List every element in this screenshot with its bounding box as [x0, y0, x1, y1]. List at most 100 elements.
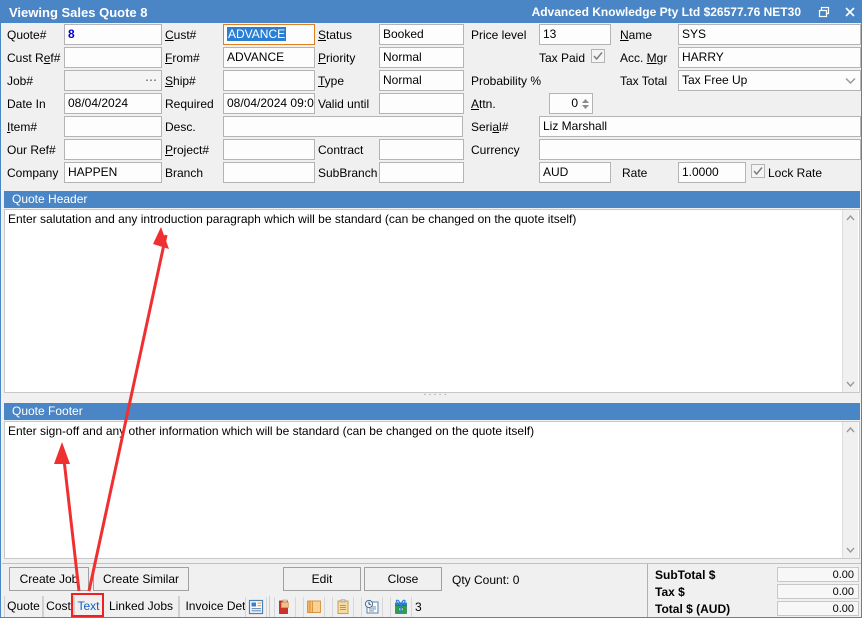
description-field[interactable] — [223, 116, 463, 137]
label-required: Required — [165, 97, 214, 111]
close-icon[interactable] — [837, 1, 861, 23]
window-title: Viewing Sales Quote 8 — [9, 4, 148, 20]
scroll-down-icon[interactable] — [843, 542, 859, 558]
item-number-field[interactable] — [64, 116, 162, 137]
edit-button[interactable]: Edit — [283, 567, 361, 591]
sales-quote-window: Viewing Sales Quote 8 Advanced Knowledge… — [0, 0, 862, 618]
label-acc-mgr: Acc. Mgr — [620, 51, 668, 65]
quote-header-textarea[interactable]: Enter salutation and any introduction pa… — [4, 209, 860, 393]
scroll-up-icon[interactable] — [843, 210, 859, 226]
label-priority: Priority — [318, 51, 356, 65]
scroll-up-icon[interactable] — [843, 422, 859, 438]
window-titlebar: Viewing Sales Quote 8 Advanced Knowledge… — [1, 1, 861, 23]
contract-field[interactable] — [379, 139, 464, 160]
copy-pages-icon[interactable] — [303, 597, 325, 617]
label-attn: Attn. — [471, 97, 496, 111]
label-probability: Probability % — [471, 74, 542, 88]
label-our-ref: Our Ref# — [7, 143, 56, 157]
icon-badge-count: 3 — [415, 600, 422, 614]
window-company-status: Advanced Knowledge Pty Ltd $26577.76 NET… — [531, 5, 801, 19]
label-company: Company — [7, 166, 59, 180]
total-label: Total $ (AUD) — [655, 602, 731, 616]
quote-header-text: Enter salutation and any introduction pa… — [8, 212, 577, 226]
label-tax-paid: Tax Paid — [539, 51, 586, 65]
label-rate: Rate — [622, 166, 648, 180]
cust-number-value: ADVANCE — [227, 27, 287, 41]
acc-mgr-field[interactable]: HARRY — [678, 47, 861, 68]
tab-linked-jobs[interactable]: Linked Jobs — [103, 596, 179, 617]
label-valid-until: Valid until — [318, 97, 370, 111]
date-in-field[interactable]: 08/04/2024 — [64, 93, 162, 114]
label-quote-number: Quote# — [7, 28, 47, 42]
label-name: Name — [620, 28, 653, 42]
label-serial-number: Serial# — [471, 120, 509, 134]
label-lock-rate: Lock Rate — [768, 166, 823, 180]
subbranch-field[interactable] — [379, 162, 464, 183]
label-cust-ref: Cust Ref# — [7, 51, 61, 65]
status-field[interactable]: Booked — [379, 24, 464, 45]
our-ref-field[interactable] — [64, 139, 162, 160]
label-project-number: Project# — [165, 143, 210, 157]
label-job-number: Job# — [7, 74, 34, 88]
tax-total-combo[interactable]: Tax Free Up — [678, 70, 861, 91]
label-subbranch: SubBranch — [318, 166, 378, 180]
rate-field[interactable]: 1.0000 — [678, 162, 746, 183]
cust-number-field[interactable]: ADVANCE — [223, 24, 315, 45]
chevron-down-icon[interactable] — [842, 71, 858, 90]
gift-money-icon[interactable] — [390, 597, 412, 617]
label-from-number: From# — [165, 51, 200, 65]
quote-number-field[interactable]: 8 — [64, 24, 162, 45]
from-number-field[interactable]: ADVANCE — [223, 47, 315, 68]
probability-stepper[interactable] — [580, 94, 591, 113]
priority-field[interactable]: Normal — [379, 47, 464, 68]
quote-form-area: Quote# Cust Ref# Job# Date In Item# Our … — [2, 23, 861, 189]
tax-label: Tax $ — [655, 585, 685, 599]
branch-field[interactable] — [223, 162, 315, 183]
ship-number-field[interactable] — [223, 70, 315, 91]
type-field[interactable]: Normal — [379, 70, 464, 91]
subtotal-label: SubTotal $ — [655, 568, 716, 582]
tax-paid-checkbox[interactable] — [591, 49, 605, 63]
quote-header-scrollbar[interactable] — [842, 210, 858, 392]
pane-splitter[interactable]: ..... — [391, 387, 481, 398]
company-field[interactable]: HAPPEN — [64, 162, 162, 183]
required-field[interactable]: 08/04/2024 09:04 — [223, 93, 315, 114]
restore-icon[interactable] — [811, 1, 837, 23]
history-log-icon[interactable] — [361, 597, 383, 617]
titlebar-right: Advanced Knowledge Pty Ltd $26577.76 NET… — [531, 1, 861, 23]
lock-rate-checkbox[interactable] — [751, 164, 765, 178]
create-similar-button[interactable]: Create Similar — [93, 567, 189, 591]
label-tax-total: Tax Total — [620, 74, 668, 88]
cust-ref-field[interactable] — [64, 47, 162, 68]
clipboard-notes-icon[interactable] — [332, 597, 354, 617]
create-job-button[interactable]: Create Job — [9, 567, 89, 591]
tab-quote[interactable]: Quote — [4, 596, 43, 617]
close-button[interactable]: Close — [364, 567, 442, 591]
subtotal-value: 0.00 — [777, 567, 859, 582]
total-value: 0.00 — [777, 601, 859, 616]
valid-until-field[interactable] — [379, 93, 464, 114]
tab-cost[interactable]: Cost — [43, 596, 74, 617]
quote-footer-text: Enter sign-off and any other information… — [8, 424, 535, 438]
currency-field[interactable]: AUD — [539, 162, 611, 183]
project-number-field[interactable] — [223, 139, 315, 160]
quote-footer-textarea[interactable]: Enter sign-off and any other information… — [4, 421, 860, 559]
label-price-level: Price level — [471, 28, 527, 42]
serial-number-field[interactable] — [539, 139, 861, 160]
job-number-field[interactable]: ⋯ — [64, 70, 162, 91]
tax-value: 0.00 — [777, 584, 859, 599]
scroll-down-icon[interactable] — [843, 376, 859, 392]
quote-footer-scrollbar[interactable] — [842, 422, 858, 558]
name-field[interactable]: SYS — [678, 24, 861, 45]
quote-footer-pane-title: Quote Footer — [4, 403, 860, 420]
price-level-field[interactable]: 13 — [539, 24, 611, 45]
attn-field[interactable]: Liz Marshall — [539, 116, 861, 137]
document-details-icon[interactable] — [245, 597, 267, 617]
clipboard-red-icon[interactable] — [274, 597, 296, 617]
label-status: Status — [318, 28, 353, 42]
label-currency: Currency — [471, 143, 520, 157]
qty-count-label: Qty Count: 0 — [452, 573, 520, 587]
totals-panel: SubTotal $ 0.00 Tax $ 0.00 Total $ (AUD)… — [647, 564, 861, 617]
label-ship-number: Ship# — [165, 74, 196, 88]
label-branch: Branch — [165, 166, 204, 180]
